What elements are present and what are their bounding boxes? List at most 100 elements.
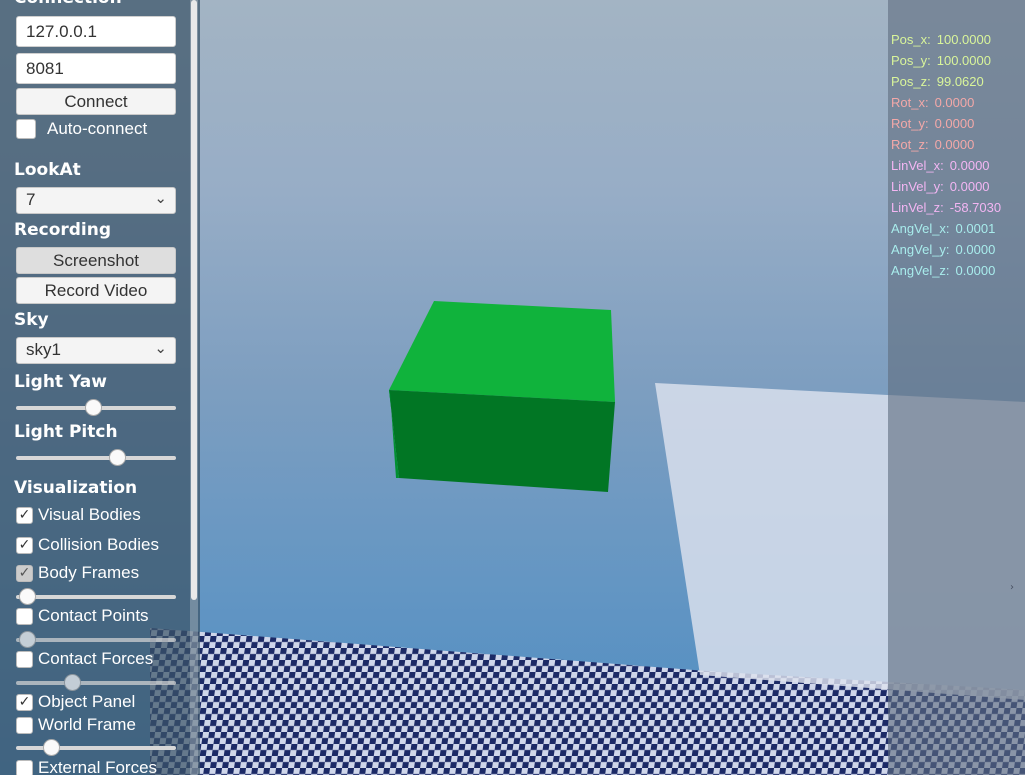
slider-thumb[interactable] (64, 674, 81, 691)
contact-forces-label: Contact Forces (38, 649, 154, 668)
object-value-row: LinVel_x: 0.0000 (891, 158, 990, 173)
record-video-button[interactable]: Record Video (16, 277, 176, 304)
object-value-row: Rot_x: 0.0000 (891, 95, 974, 110)
lookat-value: 7 (26, 190, 36, 209)
connection-heading: Connection (14, 0, 122, 8)
object-value-label: Rot_x: (891, 95, 929, 110)
object-value-number: 0.0000 (955, 242, 996, 257)
object-value-row: Pos_z: 99.0620 (891, 74, 984, 89)
contact-points-label: Contact Points (38, 606, 149, 625)
object-value-number: 0.0000 (934, 95, 975, 110)
collision-bodies-row[interactable]: ✓ Collision Bodies (16, 534, 159, 556)
box-front-face (389, 390, 615, 492)
slider-thumb[interactable] (108, 449, 126, 466)
screenshot-button[interactable]: Screenshot (16, 247, 176, 274)
light-pitch-heading: Light Pitch (14, 422, 118, 442)
external-forces-row[interactable]: External Forces (16, 757, 157, 775)
sky-value: sky1 (26, 340, 61, 359)
object-value-row: Pos_x: 100.0000 (891, 32, 991, 47)
auto-connect-row[interactable]: Auto-connect (16, 118, 147, 140)
contact-forces-row[interactable]: Contact Forces (16, 648, 153, 670)
control-sidebar: Connection Connect Auto-connect LookAt 7… (0, 0, 200, 775)
slider-rail (16, 456, 176, 460)
slider-rail (16, 681, 176, 685)
slider-thumb[interactable] (43, 739, 61, 756)
port-input[interactable] (16, 53, 176, 84)
chevron-down-icon: ⌄ (154, 190, 167, 207)
collision-bodies-checkbox[interactable]: ✓ (16, 536, 33, 554)
object-value-number: 100.0000 (936, 32, 991, 47)
world-frame-slider[interactable] (16, 738, 176, 758)
body-frames-label: Body Frames (38, 563, 140, 582)
lookat-select[interactable]: 7 ⌄ (16, 187, 176, 214)
object-panel-row[interactable]: ✓ Object Panel (16, 691, 135, 713)
contact-forces-checkbox[interactable] (16, 650, 33, 668)
contact-points-checkbox[interactable] (16, 607, 33, 625)
object-value-label: AngVel_z: (891, 263, 950, 278)
visual-bodies-checkbox[interactable]: ✓ (16, 506, 33, 524)
object-value-row: LinVel_y: 0.0000 (891, 179, 990, 194)
object-value-number: 0.0000 (955, 263, 996, 278)
external-forces-label: External Forces (38, 758, 158, 775)
object-value-row: AngVel_x: 0.0001 (891, 221, 995, 236)
object-value-number: 0.0000 (949, 158, 990, 173)
object-value-label: LinVel_z: (891, 200, 944, 215)
object-value-number: -58.7030 (949, 200, 1002, 215)
object-value-row: Pos_y: 100.0000 (891, 53, 991, 68)
object-value-label: AngVel_y: (891, 242, 950, 257)
sky-heading: Sky (14, 310, 49, 330)
object-value-row: AngVel_z: 0.0000 (891, 263, 995, 278)
light-yaw-slider[interactable] (16, 398, 176, 418)
visualization-heading: Visualization (14, 478, 138, 498)
visual-bodies-row[interactable]: ✓ Visual Bodies (16, 504, 141, 526)
slider-rail (16, 746, 176, 750)
connect-button[interactable]: Connect (16, 88, 176, 115)
world-frame-checkbox[interactable] (16, 716, 33, 734)
object-value-number: 0.0000 (949, 179, 990, 194)
object-value-number: 99.0620 (936, 74, 984, 89)
object-value-row: LinVel_z: -58.7030 (891, 200, 1001, 215)
object-value-label: Pos_y: (891, 53, 931, 68)
slider-thumb[interactable] (19, 588, 37, 605)
body-frames-checkbox[interactable]: ✓ (16, 564, 33, 582)
object-value-label: Rot_y: (891, 116, 929, 131)
slider-thumb[interactable] (19, 631, 37, 648)
external-forces-checkbox[interactable] (16, 759, 33, 775)
slider-thumb[interactable] (84, 399, 102, 416)
contact-forces-slider[interactable] (16, 673, 176, 693)
object-value-number: 0.0000 (934, 116, 975, 131)
object-value-row: AngVel_y: 0.0000 (891, 242, 995, 257)
body-frames-row[interactable]: ✓ Body Frames (16, 562, 139, 584)
lookat-heading: LookAt (14, 160, 81, 180)
light-pitch-slider[interactable] (16, 448, 176, 468)
host-input[interactable] (16, 16, 176, 47)
auto-connect-label: Auto-connect (47, 119, 148, 138)
object-value-label: Pos_x: (891, 32, 931, 47)
light-yaw-heading: Light Yaw (14, 372, 107, 392)
object-value-label: AngVel_x: (891, 221, 950, 236)
object-value-label: Pos_z: (891, 74, 931, 89)
slider-rail (16, 638, 176, 642)
object-value-row: Rot_z: 0.0000 (891, 137, 974, 152)
auto-connect-checkbox[interactable] (16, 119, 36, 139)
chevron-down-icon: ⌄ (154, 340, 167, 357)
contact-points-row[interactable]: Contact Points (16, 605, 149, 627)
collision-bodies-label: Collision Bodies (38, 535, 159, 554)
object-value-label: LinVel_y: (891, 179, 944, 194)
slider-rail (16, 595, 176, 599)
object-value-label: Rot_z: (891, 137, 929, 152)
recording-heading: Recording (14, 220, 112, 240)
object-value-number: 100.0000 (936, 53, 991, 68)
object-value-number: 0.0001 (955, 221, 996, 236)
sky-select[interactable]: sky1 ⌄ (16, 337, 176, 364)
object-value-label: LinVel_x: (891, 158, 944, 173)
green-box[interactable] (389, 301, 615, 492)
contact-points-slider[interactable] (16, 630, 176, 650)
visual-bodies-label: Visual Bodies (38, 505, 141, 524)
object-panel-label: Object Panel (38, 692, 136, 711)
body-frames-slider[interactable] (16, 587, 176, 607)
box-top-face (389, 301, 615, 402)
object-panel-checkbox[interactable]: ✓ (16, 693, 33, 711)
world-frame-row[interactable]: World Frame (16, 714, 136, 736)
sidebar-scrollbar-thumb[interactable] (191, 0, 197, 600)
